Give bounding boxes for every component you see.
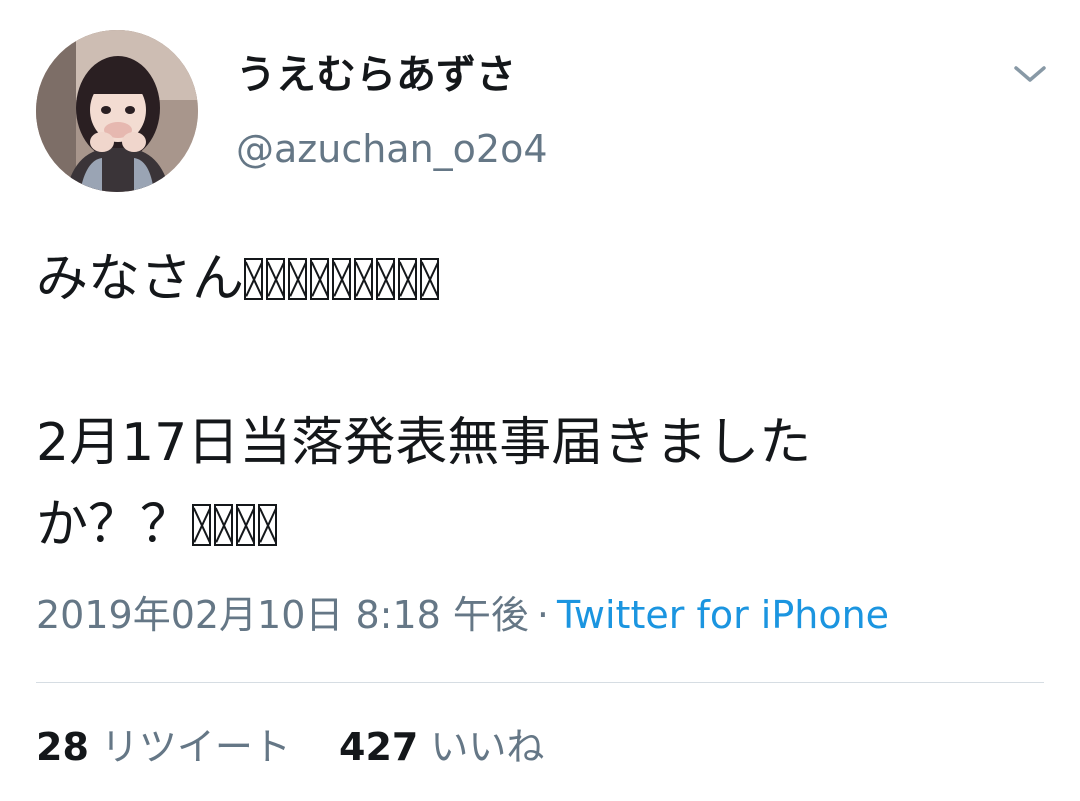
chevron-down-icon[interactable] [1008,58,1052,90]
missing-glyph-box [244,258,264,300]
retweets-count: 28 [36,725,89,769]
missing-glyph-box [398,258,418,300]
missing-glyph-box [376,258,396,300]
retweets-stat[interactable]: 28 リツイート [36,722,291,772]
divider [36,682,1044,683]
tweet-line-text: みなさん [36,249,245,309]
tweet-line-text: か？？ [36,495,193,555]
missing-glyph-box [310,258,330,300]
avatar[interactable] [36,30,198,192]
tweet-text: みなさん 2月17日当落発表無事届きました か？？ [36,238,1036,566]
meta-separator: · [536,593,549,637]
unrendered-glyphs [192,495,280,555]
likes-label: いいね [430,725,545,769]
tweet-line: か？？ [36,484,1036,566]
author-handle[interactable]: @azuchan_o2o4 [236,124,548,174]
missing-glyph-box [266,258,286,300]
tweet-line: みなさん [36,238,1036,320]
source-link[interactable]: Twitter for iPhone [557,593,889,637]
tweet-stats: 28 リツイート 427 いいね [36,722,580,772]
avatar-photo [36,30,198,192]
missing-glyph-box [288,258,308,300]
unrendered-glyphs [244,249,442,309]
likes-stat[interactable]: 427 いいね [339,722,544,772]
tweet-meta: 2019年02月10日 8:18 午後 · Twitter for iPhone [36,590,889,640]
missing-glyph-box [332,258,352,300]
missing-glyph-box [192,504,212,546]
missing-glyph-box [236,504,256,546]
missing-glyph-box [354,258,374,300]
tweet-line-text: 2月17日当落発表無事届きました [36,413,812,473]
author-display-name[interactable]: うえむらあずさ [236,50,516,100]
missing-glyph-box [420,258,440,300]
likes-count: 427 [339,725,419,769]
missing-glyph-box [214,504,234,546]
timestamp[interactable]: 2019年02月10日 8:18 午後 [36,593,529,637]
missing-glyph-box [258,504,278,546]
retweets-label: リツイート [100,725,291,769]
tweet-line: 2月17日当落発表無事届きました [36,402,1036,484]
